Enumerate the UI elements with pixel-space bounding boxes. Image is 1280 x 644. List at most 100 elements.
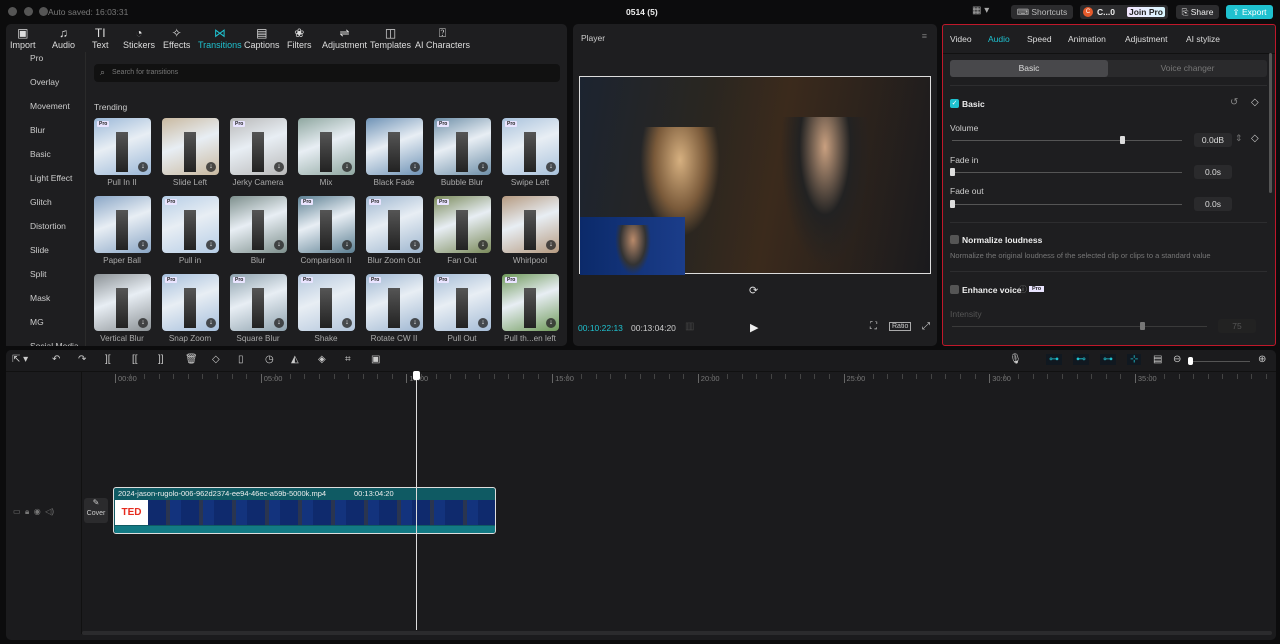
transition-thumbnail[interactable]: ↓ — [94, 196, 151, 253]
transition-thumbnail[interactable]: Pro ↓ — [366, 274, 423, 331]
tab-adjustment[interactable]: Adjustment — [1125, 34, 1168, 44]
download-icon[interactable]: ↓ — [274, 162, 284, 172]
download-icon[interactable]: ↓ — [206, 318, 216, 328]
transition-thumbnail[interactable]: Pro ↓ — [162, 196, 219, 253]
fade-out-slider[interactable] — [952, 204, 1182, 205]
link-icon[interactable]: ⊶ — [1046, 354, 1062, 365]
maximize-window-button[interactable] — [39, 7, 48, 16]
sidebar-item-slide[interactable]: Slide — [30, 245, 49, 255]
reset-icon[interactable]: ↺ — [1230, 97, 1238, 108]
download-icon[interactable]: ↓ — [342, 162, 352, 172]
sidebar-item-light-effect[interactable]: Light Effect — [30, 173, 72, 183]
sidebar-item-basic[interactable]: Basic — [30, 149, 51, 159]
volume-keyframe-icon[interactable]: ◇ — [1251, 133, 1259, 144]
fade-out-value[interactable]: 0.0s — [1194, 197, 1232, 211]
rotate-handle-icon[interactable]: ⟳ — [749, 284, 758, 297]
video-track-icon[interactable]: ▭ — [13, 507, 21, 516]
tab-adjustment[interactable]: ⇌ Adjustment — [322, 26, 367, 50]
sidebar-item-blur[interactable]: Blur — [30, 125, 45, 135]
download-icon[interactable]: ↓ — [478, 240, 488, 250]
tab-import[interactable]: ▣ Import — [10, 26, 36, 50]
minimize-window-button[interactable] — [24, 7, 33, 16]
intensity-value[interactable]: 75 — [1218, 319, 1256, 333]
speaker-icon[interactable]: ◁) — [45, 507, 54, 516]
download-icon[interactable]: ↓ — [342, 318, 352, 328]
zoom-slider[interactable] — [1190, 361, 1250, 362]
shortcuts-button[interactable]: ⌨ Shortcuts — [1011, 5, 1073, 19]
redo-icon[interactable]: ↷ — [78, 354, 86, 365]
zoom-in-icon[interactable]: ⊕ — [1258, 354, 1266, 365]
tab-video[interactable]: Video — [950, 34, 972, 44]
tab-filters[interactable]: ❀ Filters — [287, 26, 312, 50]
delete-icon[interactable]: 🗑︎ — [185, 354, 198, 365]
volume-stepper[interactable]: ⇕ — [1235, 133, 1243, 144]
transition-thumbnail[interactable]: Pro ↓ — [162, 274, 219, 331]
fade-out-knob[interactable] — [950, 200, 955, 208]
auto-reframe-icon[interactable]: ▣ — [371, 354, 380, 365]
split-left-icon[interactable]: [[ — [132, 354, 138, 365]
sidebar-item-distortion[interactable]: Distortion — [30, 221, 66, 231]
download-icon[interactable]: ↓ — [546, 162, 556, 172]
caption-icon[interactable]: ▤ — [1153, 354, 1162, 365]
enhance-voice-checkbox[interactable] — [950, 285, 959, 294]
transition-thumbnail[interactable]: Pro ↓ — [502, 274, 559, 331]
join-pro-button[interactable]: Join Pro — [1127, 7, 1165, 17]
transition-thumbnail[interactable]: ↓ — [502, 196, 559, 253]
download-icon[interactable]: ↓ — [478, 318, 488, 328]
playhead[interactable] — [416, 372, 417, 630]
close-window-button[interactable] — [8, 7, 17, 16]
transition-thumbnail[interactable]: Pro ↓ — [298, 274, 355, 331]
download-icon[interactable]: ↓ — [478, 162, 488, 172]
tab-stickers[interactable]: ◔ Stickers — [123, 26, 155, 50]
magnet-icon[interactable]: ⊷ — [1073, 354, 1089, 365]
transition-thumbnail[interactable]: ↓ — [298, 118, 355, 175]
marker-icon[interactable]: ◇ — [212, 354, 220, 365]
fade-in-value[interactable]: 0.0s — [1194, 165, 1232, 179]
sidebar-item-glitch[interactable]: Glitch — [30, 197, 52, 207]
panel-scrollbar[interactable] — [1269, 53, 1272, 193]
volume-knob[interactable] — [1120, 136, 1125, 144]
transition-thumbnail[interactable]: Pro ↓ — [434, 274, 491, 331]
zoom-out-icon[interactable]: ⊖ — [1173, 354, 1181, 365]
playhead-handle[interactable] — [413, 371, 420, 380]
timeline-scrollbar[interactable] — [82, 631, 1272, 635]
intensity-knob[interactable] — [1140, 322, 1145, 330]
account-area[interactable]: C C...0 Join Pro — [1080, 5, 1168, 19]
rotate-icon[interactable]: ◈ — [318, 354, 326, 365]
fade-in-slider[interactable] — [952, 172, 1182, 173]
transition-thumbnail[interactable]: Pro ↓ — [230, 118, 287, 175]
sidebar-item-movement[interactable]: Movement — [30, 101, 70, 111]
select-tool-icon[interactable]: ⇱ ▾ — [12, 354, 28, 365]
transition-thumbnail[interactable]: Pro ↓ — [434, 196, 491, 253]
tab-speed[interactable]: Speed — [1027, 34, 1052, 44]
ratio-button[interactable]: Ratio — [889, 322, 912, 331]
sidebar-item-overlay[interactable]: Overlay — [30, 77, 59, 87]
video-clip[interactable]: 2024-jason-rugolo-006-962d2374-ee94-46ec… — [113, 487, 496, 534]
download-icon[interactable]: ↓ — [138, 162, 148, 172]
download-icon[interactable]: ↓ — [546, 318, 556, 328]
intensity-slider[interactable] — [952, 326, 1207, 327]
microphone-icon[interactable]: 🎙︎ — [1009, 354, 1022, 365]
tab-ai-characters[interactable]: ⍰ AI Characters — [415, 26, 470, 50]
normalize-checkbox[interactable] — [950, 235, 959, 244]
search-input[interactable]: ⌕ Search for transitions — [94, 64, 560, 82]
download-icon[interactable]: ↓ — [410, 162, 420, 172]
tab-audio[interactable]: ♫ Audio — [52, 26, 75, 50]
sidebar-item-pro[interactable]: Pro — [30, 53, 43, 63]
undo-icon[interactable]: ↶ — [52, 354, 60, 365]
cover-button[interactable]: ✎ Cover — [84, 498, 108, 523]
preview-axis-icon[interactable]: ⊶ — [1100, 354, 1116, 365]
tab-effects[interactable]: ✧ Effects — [163, 26, 190, 50]
freeze-icon[interactable]: ▯ — [238, 354, 244, 365]
tab-templates[interactable]: ◫ Templates — [370, 26, 411, 50]
download-icon[interactable]: ↓ — [410, 318, 420, 328]
transition-thumbnail[interactable]: Pro ↓ — [298, 196, 355, 253]
video-preview[interactable] — [579, 76, 931, 275]
fit-icon[interactable]: ⛶ — [870, 321, 877, 332]
transition-thumbnail[interactable]: Pro ↓ — [502, 118, 559, 175]
tab-ai-stylize[interactable]: AI stylize — [1186, 34, 1220, 44]
subtab-basic[interactable]: Basic — [950, 60, 1108, 77]
sidebar-item-mg[interactable]: MG — [30, 317, 44, 327]
tab-text[interactable]: TI Text — [92, 26, 109, 50]
volume-value[interactable]: 0.0dB — [1194, 133, 1232, 147]
